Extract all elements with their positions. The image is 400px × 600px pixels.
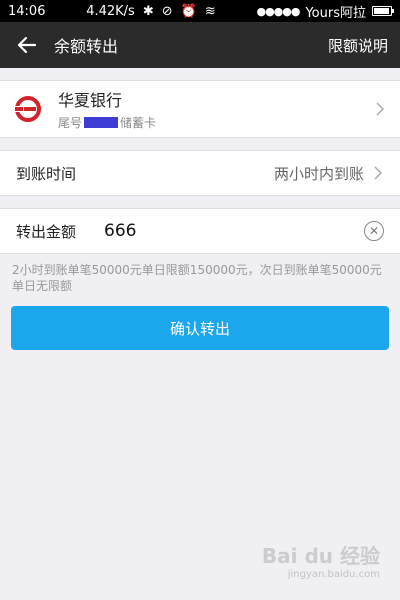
amount-row: 转出金额 ✕ [0,208,400,254]
carrier-name: Yours阿拉 [305,5,366,21]
watermark-brand: Bai du 经验 [261,544,380,568]
card-tail-label: 尾号 [58,116,83,130]
redacted-card-number [84,117,119,128]
watermark-url: jingyan.baidu.com [287,569,380,580]
back-button[interactable] [12,30,42,60]
nav-bar: 余额转出 限额说明 [0,22,400,68]
close-icon: ✕ [368,224,380,238]
bluetooth-icon: ✱ [142,3,154,19]
signal-icon: ●●●●● [256,4,300,18]
bank-name: 华夏银行 [58,91,123,110]
amount-input[interactable] [104,221,364,241]
arrival-time-selector[interactable]: 到账时间 两小时内到账 [0,150,400,196]
bank-card-selector[interactable]: 华夏银行 尾号 储蓄卡 [0,80,400,138]
page-title: 余额转出 [54,37,119,56]
chevron-right-icon [374,166,383,180]
arrival-time-label: 到账时间 [16,164,77,183]
amount-label: 转出金额 [16,222,77,241]
status-time: 14:06 [8,3,46,19]
hua-xia-bank-logo-icon [14,96,41,122]
chevron-right-icon [376,102,385,116]
card-type: 储蓄卡 [120,116,157,130]
limit-info-link[interactable]: 限额说明 [328,35,388,56]
battery-icon [372,6,394,16]
clear-input-button[interactable]: ✕ [364,221,384,241]
wifi-icon: ≋ [204,3,216,19]
arrival-time-value: 两小时内到账 [273,164,364,183]
alarm-icon: ⏰ [180,3,197,19]
confirm-transfer-button[interactable]: 确认转出 [11,306,389,350]
status-bar: 14:06 4.42K/s ✱ ⊘ ⏰ ≋ ●●●●● Yours阿拉 [0,0,400,22]
arrow-left-icon [17,36,37,54]
bank-card-detail: 尾号 储蓄卡 [58,114,374,131]
network-speed: 4.42K/s [86,3,135,19]
limit-hint-text: 2小时到账单笔50000元单日限额150000元，次日到账单笔50000元单日无… [12,263,382,293]
vibrate-icon: ⊘ [161,3,173,19]
watermark: Bai du 经验 jingyan.baidu.com [262,540,380,580]
